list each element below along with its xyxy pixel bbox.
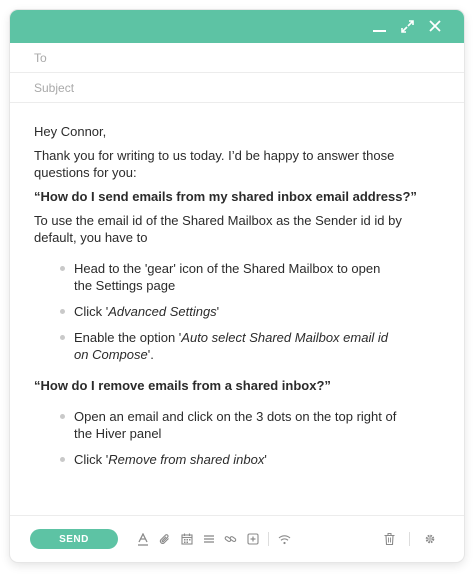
toolbar-divider: [268, 532, 269, 546]
wifi-icon[interactable]: [278, 533, 291, 546]
gear-icon[interactable]: [423, 533, 436, 546]
insert-icon[interactable]: [246, 533, 259, 546]
list-item: Head to the 'gear' icon of the Shared Ma…: [60, 260, 440, 294]
minimize-icon[interactable]: [372, 18, 386, 34]
right-tools: [383, 532, 436, 546]
step-text: Open an email and click on the 3 dots on…: [74, 409, 397, 441]
trash-icon[interactable]: [383, 533, 396, 546]
compose-toolbar: SEND: [10, 515, 464, 562]
subject-placeholder: Subject: [34, 80, 75, 95]
step-post: ': [216, 304, 220, 319]
steps-list-2: Open an email and click on the 3 dots on…: [34, 408, 440, 468]
list-item: Open an email and click on the 3 dots on…: [60, 408, 440, 442]
step-emphasis: Remove from shared inbox: [108, 452, 265, 467]
intro-paragraph: Thank you for writing to us today. I’d b…: [34, 148, 395, 180]
step-pre: Enable the option ': [74, 330, 182, 345]
format-tools: [136, 532, 291, 546]
to-placeholder: To: [34, 50, 47, 65]
steps-list-1: Head to the 'gear' icon of the Shared Ma…: [34, 260, 440, 363]
message-body[interactable]: Hey Connor, Thank you for writing to us …: [10, 103, 464, 468]
attachment-icon[interactable]: [158, 533, 171, 546]
step-pre: Click ': [74, 304, 109, 319]
compose-window: To Subject Hey Connor, Thank you for wri…: [10, 10, 464, 562]
step-emphasis: Advanced Settings: [108, 304, 217, 319]
to-field[interactable]: To: [10, 43, 464, 73]
send-button[interactable]: SEND: [30, 529, 118, 549]
step-pre: Click ': [74, 452, 109, 467]
step-text: Head to the 'gear' icon of the Shared Ma…: [74, 261, 381, 293]
expand-icon[interactable]: [400, 18, 414, 34]
window-controls: [372, 18, 442, 34]
calendar-icon[interactable]: [180, 533, 193, 546]
step-post: ': [264, 452, 267, 467]
answer-1-intro: To use the email id of the Shared Mailbo…: [34, 213, 402, 245]
list-item: Click 'Advanced Settings': [60, 303, 440, 320]
list-icon[interactable]: [202, 533, 215, 546]
text-format-icon[interactable]: [136, 532, 149, 546]
toolbar-divider: [409, 532, 410, 546]
list-item: Enable the option 'Auto select Shared Ma…: [60, 329, 440, 363]
question-2: “How do I remove emails from a shared in…: [34, 378, 331, 393]
question-1: “How do I send emails from my shared inb…: [34, 189, 417, 204]
greeting: Hey Connor,: [34, 124, 107, 139]
title-bar: [10, 10, 464, 43]
close-icon[interactable]: [428, 18, 442, 34]
list-item: Click 'Remove from shared inbox': [60, 451, 440, 468]
subject-field[interactable]: Subject: [10, 73, 464, 103]
link-icon[interactable]: [224, 533, 237, 546]
step-post: '.: [147, 347, 154, 362]
